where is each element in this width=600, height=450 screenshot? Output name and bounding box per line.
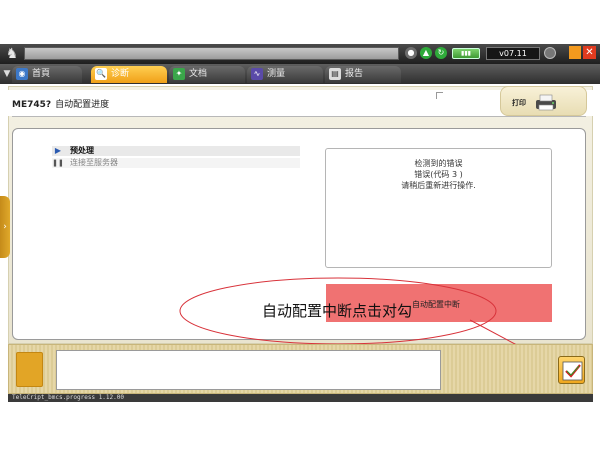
- tab-diagnosis[interactable]: 🔍 诊断: [91, 66, 167, 83]
- title-code: ME745?: [12, 100, 52, 110]
- status-green-icon[interactable]: ▲: [420, 47, 432, 59]
- play-icon: ▶: [54, 146, 62, 155]
- annotation-text: 自动配置中断点击对勾: [262, 302, 413, 320]
- error-message-box: 检测到的错误 错误(代码 3 ) 请稍后重新进行操作.: [325, 148, 552, 268]
- printer-icon[interactable]: [533, 93, 559, 111]
- error-line-3: 请稍后重新进行操作.: [401, 181, 476, 190]
- step-label: 预处理: [70, 146, 94, 155]
- version-label: v07.11: [486, 47, 540, 60]
- tab-documents[interactable]: ✦ 文档: [169, 66, 245, 83]
- print-label: 打印: [512, 99, 526, 107]
- home-icon: ◉: [16, 67, 28, 80]
- measure-icon: ∿: [251, 67, 263, 80]
- chevron-down-icon[interactable]: ▼: [2, 66, 12, 82]
- tab-home[interactable]: ◉ 首頁: [12, 66, 82, 83]
- minimize-button[interactable]: [569, 46, 581, 59]
- diagnosis-icon: 🔍: [95, 67, 107, 80]
- page-title: ME745? 自动配置进度: [12, 97, 109, 110]
- step-item-connect-server: ❚❚ 连接至服务器: [52, 158, 300, 168]
- tab-label: 报告: [345, 69, 364, 79]
- pause-icon: ❚❚: [52, 159, 64, 167]
- brand-logo-icon: ♞: [5, 46, 19, 62]
- document-icon: ✦: [173, 67, 185, 80]
- step-label: 连接至服务器: [70, 158, 118, 167]
- confirm-checkmark-button[interactable]: [558, 356, 585, 384]
- tab-label: 文档: [189, 69, 208, 79]
- address-bar[interactable]: [24, 47, 399, 60]
- refresh-icon[interactable]: ↻: [435, 47, 447, 59]
- battery-icon: ▮▮▮: [452, 48, 480, 59]
- footer-text: TeleCript_bmcs.progress 1.12.00: [12, 394, 124, 401]
- tab-label: 测量: [267, 69, 286, 79]
- checkmark-icon: [562, 361, 583, 381]
- chevron-right-icon: ›: [3, 222, 7, 232]
- tab-report[interactable]: ▤ 报告: [325, 66, 401, 83]
- message-area: [56, 350, 441, 390]
- status-banner-text: 自动配置中断: [412, 300, 460, 309]
- corner-mark: [436, 92, 443, 99]
- title-divider: [12, 116, 586, 117]
- report-icon: ▤: [329, 67, 341, 80]
- tab-label: 诊断: [111, 69, 130, 79]
- bottom-left-button[interactable]: [16, 352, 43, 387]
- title-text: 自动配置进度: [55, 100, 110, 110]
- error-line-2: 错误(代码 3 ): [414, 170, 463, 179]
- close-button[interactable]: ✕: [583, 46, 596, 59]
- tab-label: 首頁: [32, 69, 51, 79]
- side-panel-toggle[interactable]: ›: [0, 196, 10, 258]
- error-line-1: 检测到的错误: [414, 159, 463, 168]
- connection-icon[interactable]: ●: [405, 47, 417, 59]
- settings-round-button[interactable]: [544, 47, 556, 59]
- tab-measure[interactable]: ∿ 测量: [247, 66, 323, 83]
- step-item-preprocess: ▶ 预处理: [52, 146, 300, 156]
